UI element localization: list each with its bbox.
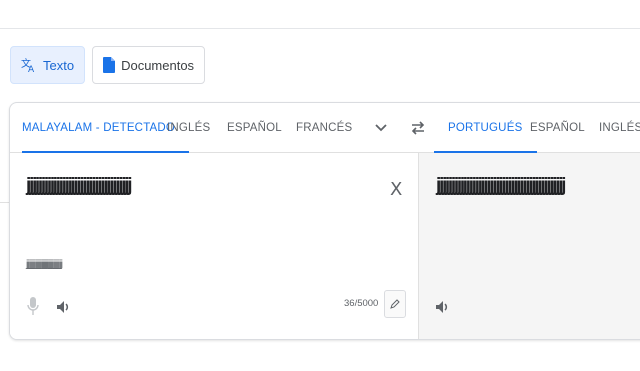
chevron-down-icon[interactable] [371,118,391,138]
mode-tabs: 文 A Texto Documentos [10,46,206,84]
target-lang-portuguese[interactable]: PORTUGUÉS [434,103,538,153]
microphone-icon[interactable] [22,295,44,317]
target-panel: jjjjjjjjjjjjjjjjjjjjjjjjjjjjjjjjjjjjjjjj… [418,153,640,339]
swap-icon[interactable] [408,118,428,138]
source-lang-spanish[interactable]: ESPAÑOL [227,103,282,153]
clear-source-button[interactable]: X [390,179,402,200]
translator-card: MALAYALAM - DETECTADO INGLÉS ESPAÑOL FRA… [9,102,640,340]
speaker-icon[interactable] [432,296,454,318]
documents-mode-button[interactable]: Documentos [92,46,206,84]
speaker-icon[interactable] [53,296,75,318]
source-lang-detected[interactable]: MALAYALAM - DETECTADO [22,103,190,153]
character-count: 36/5000 [344,298,379,309]
document-icon [103,57,116,73]
header-divider [0,28,640,29]
source-lang-french[interactable]: FRANCÉS [296,103,352,153]
language-bar: MALAYALAM - DETECTADO INGLÉS ESPAÑOL FRA… [10,103,640,153]
translate-icon: 文 A [21,57,37,73]
source-textarea[interactable]: jjjjjjjjjjjjjjjjjjjjjjjjjjjjjjjjjjj [26,175,133,197]
source-lang-english[interactable]: INGLÉS [167,103,210,153]
target-lang-english[interactable]: INGLÉS [599,103,640,153]
translation-output: jjjjjjjjjjjjjjjjjjjjjjjjjjjjjjjjjjjjjjjj… [436,175,566,196]
source-panel: jjjjjjjjjjjjjjjjjjjjjjjjjjjjjjjjjjj X jj… [10,153,418,339]
svg-text:A: A [28,65,35,73]
edit-icon [390,299,400,309]
source-transliteration: jjjjjjjjjjjjjjjjjjjjjjjjjjjjjjjjjjj [26,259,63,270]
text-mode-button[interactable]: 文 A Texto [10,46,86,84]
text-mode-label: Texto [43,57,75,73]
side-divider [0,202,9,203]
target-lang-spanish[interactable]: ESPAÑOL [530,103,585,153]
edit-button[interactable] [384,290,406,318]
documents-mode-label: Documentos [121,57,195,73]
